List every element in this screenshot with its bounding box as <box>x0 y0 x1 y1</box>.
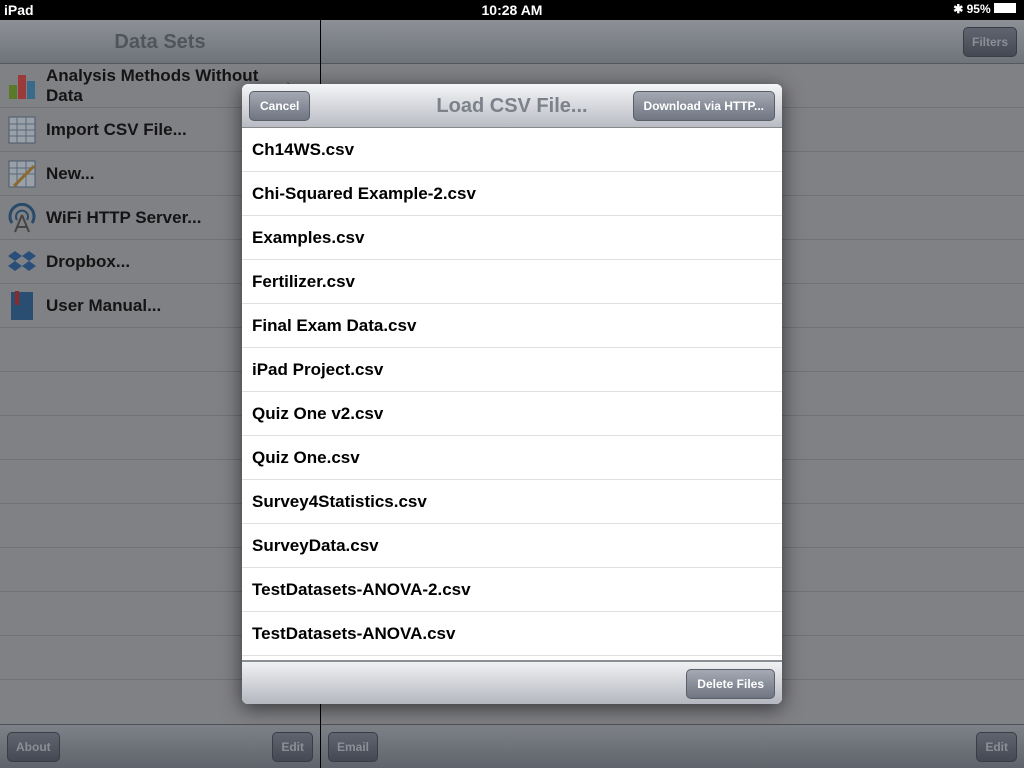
file-row[interactable]: Fertilizer.csv <box>242 260 782 304</box>
wifi-tower-icon <box>6 202 38 234</box>
clock: 10:28 AM <box>481 2 543 18</box>
file-row[interactable]: TestDatasets-ANOVA.csv <box>242 612 782 656</box>
status-bar: iPad 10:28 AM ✱ 95% <box>0 0 1024 20</box>
edit-button[interactable]: Edit <box>976 732 1017 762</box>
load-csv-dialog: Cancel Load CSV File... Download via HTT… <box>242 84 782 704</box>
bottom-toolbar: Email Edit <box>321 724 1024 768</box>
panel-title: Data Sets <box>114 31 206 53</box>
file-row[interactable]: iPad Project.csv <box>242 348 782 392</box>
bar-chart-icon <box>6 70 38 102</box>
dialog-header: Cancel Load CSV File... Download via HTT… <box>242 84 782 128</box>
file-row[interactable]: Chi-Squared Example-2.csv <box>242 172 782 216</box>
battery-level: ✱ 95% <box>953 2 1016 16</box>
spreadsheet-icon <box>6 114 38 146</box>
nav-bar: Filters <box>321 20 1024 64</box>
email-button[interactable]: Email <box>328 732 379 762</box>
file-row[interactable]: Survey4Statistics.csv <box>242 480 782 524</box>
nav-bar: Data Sets <box>0 20 320 64</box>
file-row[interactable]: Examples.csv <box>242 216 782 260</box>
file-list[interactable]: Ch14WS.csv Chi-Squared Example-2.csv Examp… <box>242 128 782 660</box>
dialog-footer: Delete Files <box>242 660 782 704</box>
battery-percent: 95% <box>966 2 991 16</box>
file-row[interactable]: Quiz One v2.csv <box>242 392 782 436</box>
spreadsheet-pencil-icon <box>6 158 38 190</box>
file-row[interactable]: Final Exam Data.csv <box>242 304 782 348</box>
file-row[interactable]: Ch14WS.csv <box>242 128 782 172</box>
filters-button[interactable]: Filters <box>962 27 1017 57</box>
dropbox-icon <box>6 246 38 278</box>
battery-icon <box>994 3 1016 13</box>
file-row[interactable]: Quiz One.csv <box>242 436 782 480</box>
cancel-button[interactable]: Cancel <box>249 91 311 121</box>
edit-button[interactable]: Edit <box>272 732 313 762</box>
file-row[interactable]: SurveyData.csv <box>242 524 782 568</box>
bottom-toolbar: About Edit <box>0 724 320 768</box>
book-icon <box>6 290 38 322</box>
delete-files-button[interactable]: Delete Files <box>686 669 775 699</box>
about-button[interactable]: About <box>7 732 60 762</box>
download-http-button[interactable]: Download via HTTP... <box>632 91 775 121</box>
file-row[interactable]: TestDatasets-ANOVA-2.csv <box>242 568 782 612</box>
